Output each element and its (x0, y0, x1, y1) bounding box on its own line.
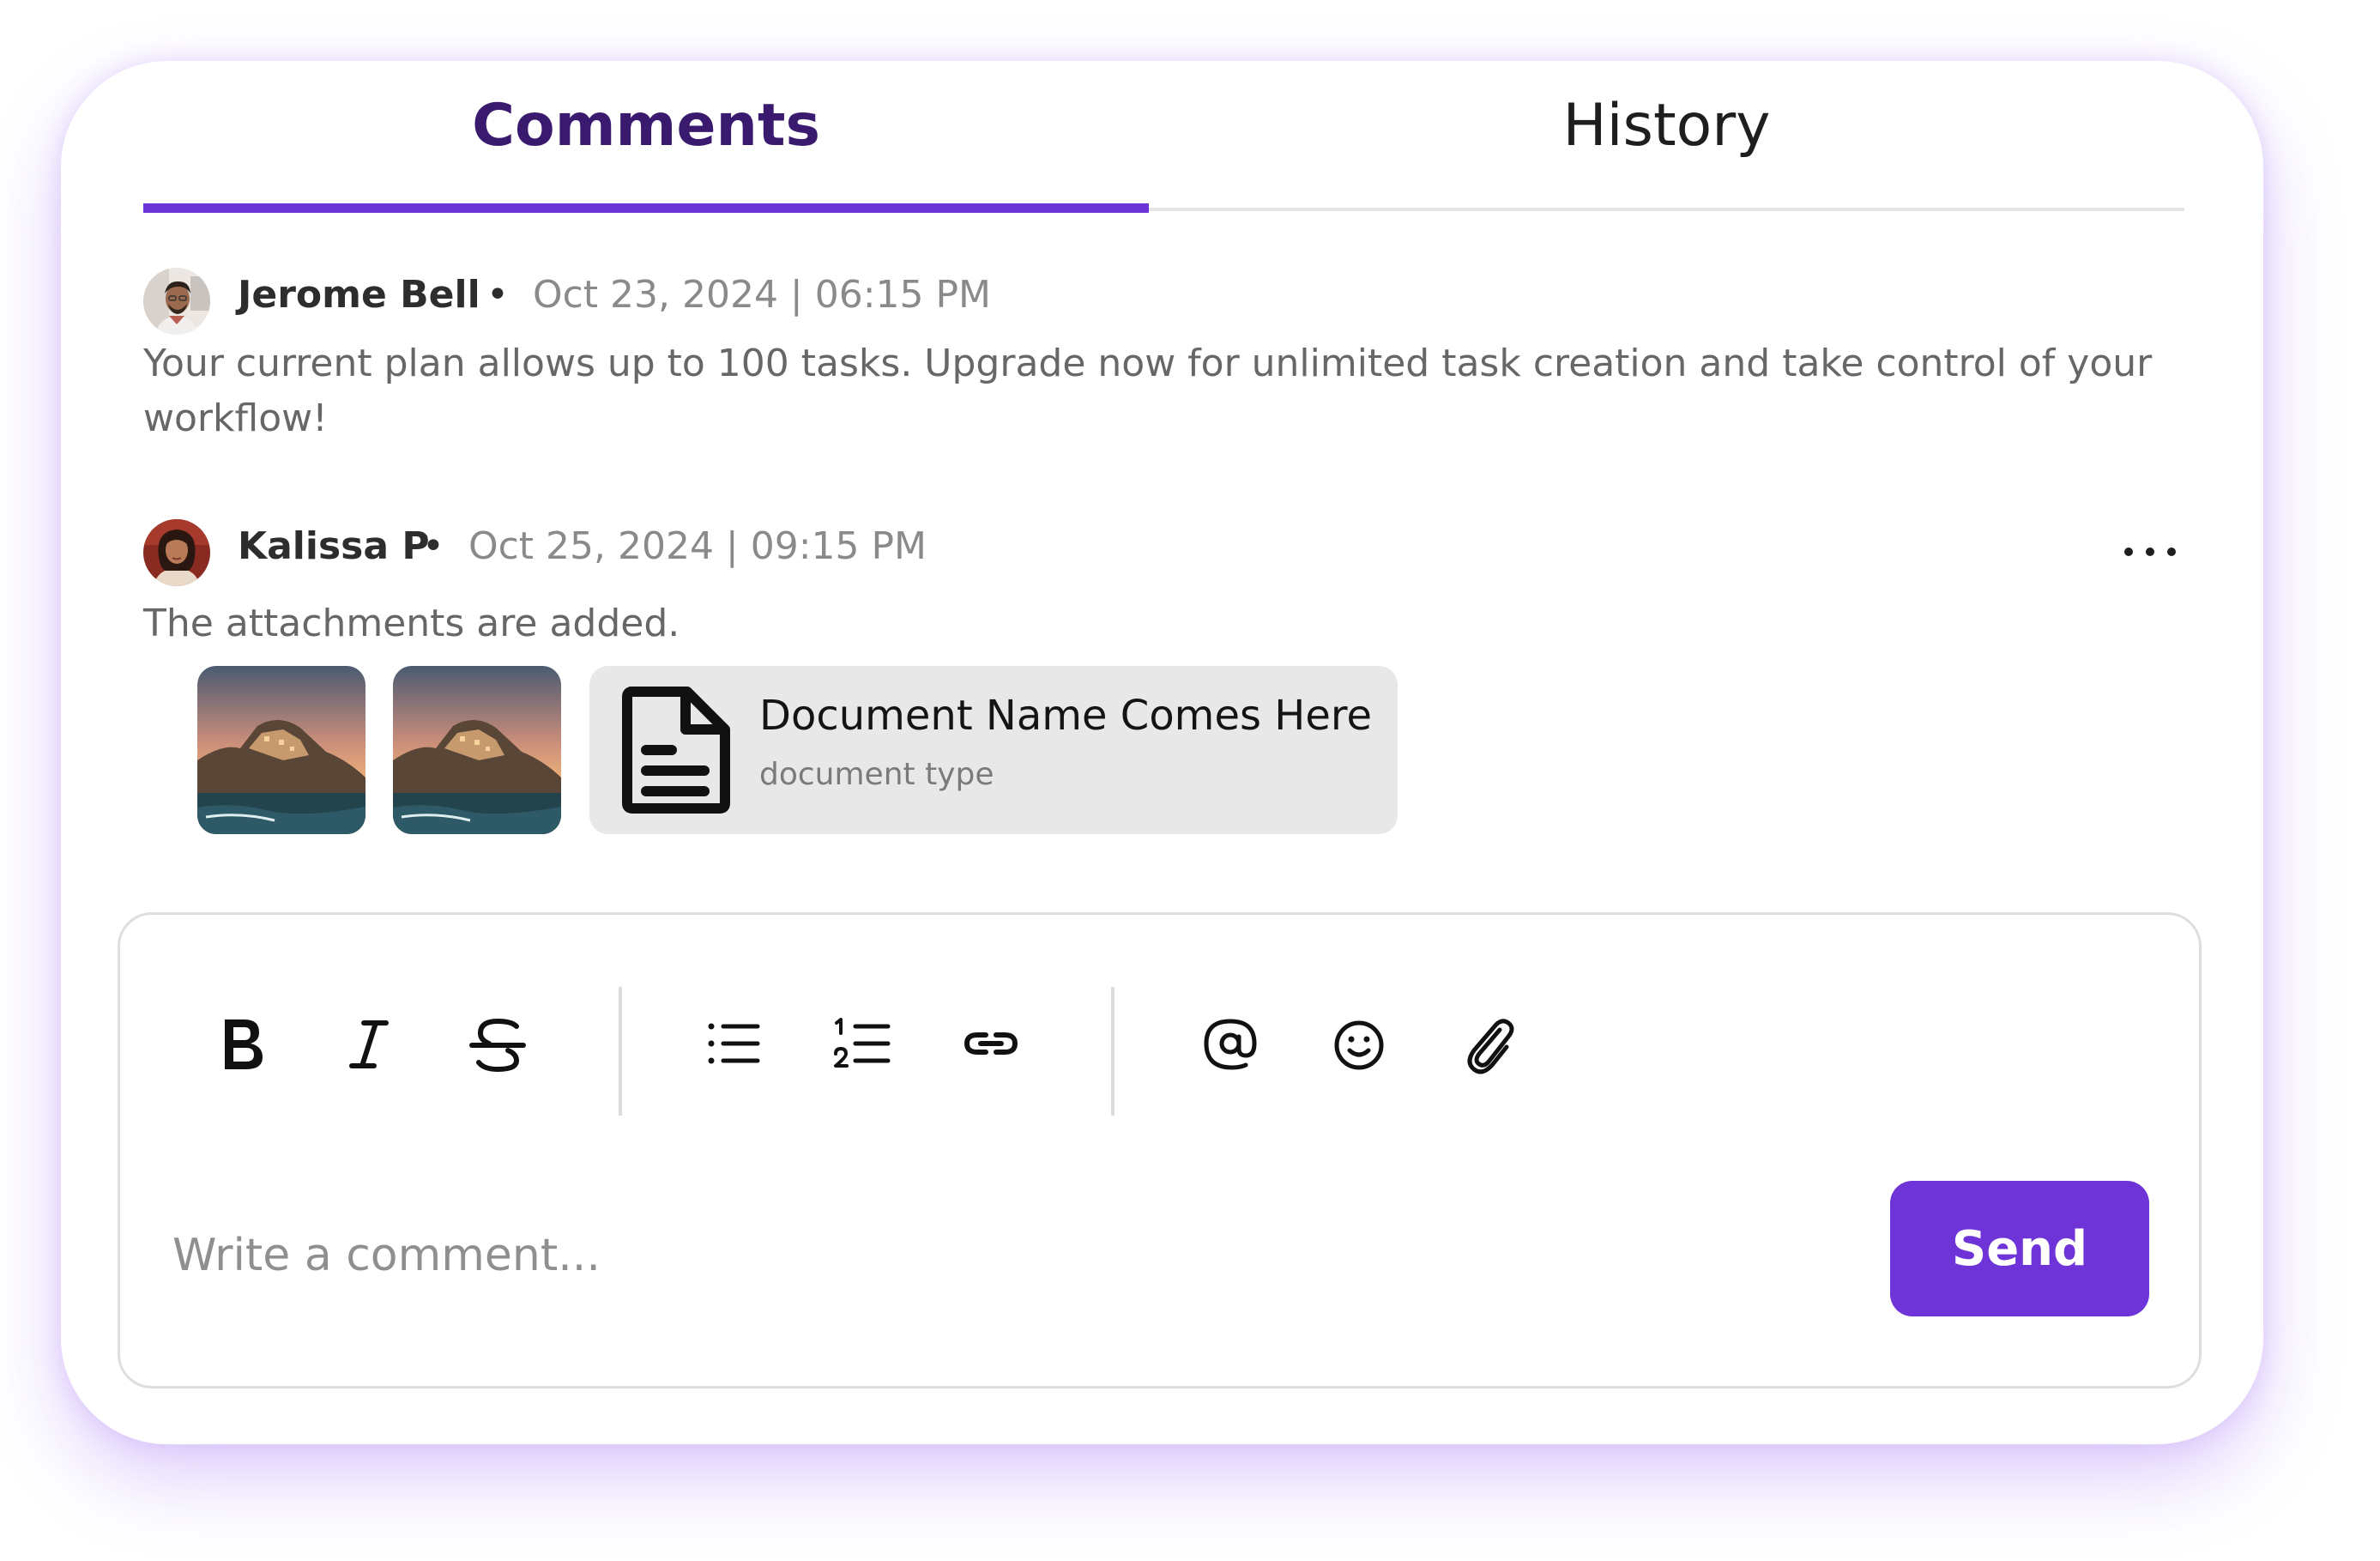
tab-comments[interactable]: Comments (143, 77, 1149, 206)
comment-header: Jerome Bell • Oct 23, 2024 | 06:15 PM (143, 268, 2185, 336)
italic-icon (349, 1020, 389, 1068)
link-button[interactable] (948, 1001, 1034, 1086)
meta-separator: • (422, 524, 444, 568)
more-horizontal-icon (2124, 548, 2176, 556)
mention-button[interactable] (1187, 1001, 1273, 1086)
link-icon (963, 1032, 1018, 1055)
toolbar-divider (619, 987, 622, 1116)
send-button[interactable]: Send (1890, 1181, 2149, 1316)
toolbar-divider (1111, 987, 1114, 1116)
comment-meta: • Oct 23, 2024 | 06:15 PM (486, 273, 991, 317)
emoji-icon (1334, 1020, 1384, 1070)
avatar-photo-man (143, 268, 210, 335)
active-tab-indicator (143, 203, 1149, 213)
italic-button[interactable] (326, 1001, 412, 1086)
numbered-list-icon (834, 1018, 891, 1068)
comment-timestamp: Oct 25, 2024 | 09:15 PM (468, 524, 927, 568)
bold-button[interactable] (197, 1001, 283, 1086)
avatar (143, 268, 210, 335)
strikethrough-button[interactable] (455, 1001, 541, 1086)
comment-item: Kalissa P • Oct 25, 2024 | 09:15 PM The … (143, 519, 2185, 645)
comment-input[interactable] (171, 1212, 1890, 1299)
comment-text: The attachments are added. (143, 602, 680, 645)
avatar-photo-woman (143, 519, 210, 586)
comment-editor: Send (118, 912, 2202, 1389)
comment-text: Your current plan allows up to 100 tasks… (143, 342, 2153, 440)
document-attachment[interactable]: Document Name Comes Here document type (589, 666, 1398, 834)
attach-button[interactable] (1445, 1001, 1531, 1086)
comment-item: Jerome Bell • Oct 23, 2024 | 06:15 PM Yo… (143, 268, 2185, 440)
document-type: document type (759, 757, 994, 792)
document-name: Document Name Comes Here (759, 692, 1373, 740)
strikethrough-icon (469, 1018, 526, 1073)
avatar (143, 519, 210, 586)
attachment-icon (1467, 1019, 1514, 1074)
comment-author: Jerome Bell (238, 273, 480, 317)
landscape-photo (197, 666, 365, 834)
image-attachment[interactable] (197, 666, 365, 834)
document-icon (622, 687, 730, 814)
bold-icon (225, 1019, 263, 1069)
mention-icon (1204, 1019, 1257, 1070)
emoji-button[interactable] (1316, 1001, 1402, 1086)
numbered-list-button[interactable] (819, 1001, 905, 1086)
comment-timestamp: Oct 23, 2024 | 06:15 PM (532, 273, 992, 317)
comment-meta: • Oct 25, 2024 | 09:15 PM (422, 524, 927, 568)
tab-history[interactable]: History (1149, 77, 2184, 206)
image-attachment[interactable] (393, 666, 561, 834)
tab-bar: Comments History (143, 77, 2184, 215)
bulleted-list-button[interactable] (691, 1001, 776, 1086)
meta-separator: • (486, 273, 509, 317)
comment-author: Kalissa P (238, 524, 430, 568)
comment-header: Kalissa P • Oct 25, 2024 | 09:15 PM (143, 519, 2185, 588)
landscape-photo (393, 666, 561, 834)
comment-more-button[interactable] (2120, 535, 2180, 569)
bulleted-list-icon (708, 1023, 760, 1064)
